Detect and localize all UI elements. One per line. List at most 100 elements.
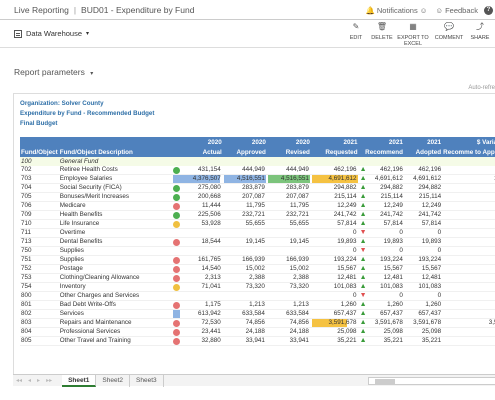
excel-icon: ▦	[409, 22, 417, 31]
recommend-value: 25,098	[383, 328, 403, 336]
adopted-cell: 12,249	[403, 201, 443, 211]
notifications-button[interactable]: 🔔 Notifications ☺	[366, 6, 428, 15]
feedback-button[interactable]: ☺ Feedback	[435, 6, 478, 15]
approved-cell: 232,721	[222, 210, 267, 220]
requested-cell: 25,098	[310, 327, 359, 337]
approved-value: 11,795	[246, 201, 265, 209]
arrow-up-icon: ▲	[359, 238, 367, 246]
arrow-up-icon: ▲	[359, 220, 367, 228]
sheet-tab[interactable]: Sheet3	[130, 374, 164, 387]
variance-cell: 2	[442, 282, 495, 292]
revised-bar: 33,941	[268, 337, 310, 345]
comment-button[interactable]: 💬 COMMENT	[431, 23, 467, 47]
next-sheet-icon[interactable]: ▸	[37, 377, 40, 384]
actual-cell: 11,444	[172, 201, 223, 211]
edit-button[interactable]: ✎ EDIT	[343, 23, 369, 47]
revised-cell	[266, 228, 311, 238]
column-header: Adopted	[403, 147, 443, 157]
revised-cell: 74,856	[266, 318, 311, 328]
table-row: 753 Clothing/Cleaning Allowance 2,313 2,388…	[20, 273, 495, 283]
auto-refresh-label[interactable]: Auto-refre	[468, 85, 495, 91]
horizontal-scrollbar[interactable]	[368, 377, 495, 385]
report-table: 2020 2020 2020 2021 2021 2021 $ Varian F…	[20, 137, 495, 346]
arrow-down-icon: ▼	[359, 292, 367, 300]
variance-cell: 1	[442, 273, 495, 283]
fund-object-description: Clothing/Cleaning Allowance	[58, 273, 173, 283]
year-header: 2021	[310, 137, 359, 147]
requested-cell: 241,742	[310, 210, 359, 220]
table-row: 705 Bonuses/Merit Increases 200,668 207,087…	[20, 192, 495, 202]
actual-bar: 225,506	[173, 211, 222, 219]
sheet-tab[interactable]: Sheet2	[96, 374, 131, 387]
variance-cell-value: 3,51	[488, 319, 495, 327]
share-button[interactable]: ⤴ SHARE	[467, 23, 493, 47]
actual-bar: 613,942	[173, 309, 222, 318]
variance-cell	[442, 192, 495, 202]
arrow-up-icon: ▲	[359, 211, 367, 219]
actual-value: 72,530	[201, 318, 221, 326]
fund-object-code-value: 703	[21, 175, 32, 183]
actual-cell: 275,080	[172, 183, 223, 193]
fund-object-description: Other Charges and Services	[58, 291, 173, 301]
adopted-cell: 462,196	[403, 165, 443, 175]
revised-value: 74,856	[289, 318, 309, 326]
requested-bar: 193,224	[312, 256, 358, 264]
adopted-cell-value: 25,098	[421, 328, 442, 336]
recommend-value: 215,114	[380, 193, 403, 201]
actual-value: 225,506	[198, 210, 221, 218]
report-org: Organization: Solver County	[20, 100, 104, 107]
fund-object-code-value: 713	[21, 238, 32, 246]
column-header: Requested	[310, 147, 359, 157]
table-row: 803 Repairs and Maintenance 72,530 74,856 74…	[20, 318, 495, 328]
revised-value: 4,516,551	[280, 174, 309, 182]
fund-object-description: Supplies	[58, 246, 173, 256]
actual-bar: 71,041	[173, 283, 222, 291]
adopted-cell: 3,591,678	[403, 318, 443, 328]
adopted-cell-value: 462,196	[418, 166, 442, 174]
recommend-cell: ▲ 1,260	[358, 300, 404, 310]
column-header: Fund/Object	[20, 147, 59, 157]
scrollbar-thumb[interactable]	[375, 379, 395, 384]
approved-bar: 166,939	[224, 256, 266, 264]
fund-object-code: 711	[20, 228, 59, 238]
variance-cell	[442, 300, 495, 310]
feedback-label: Feedback	[445, 5, 478, 15]
revised-bar: 444,949	[268, 166, 310, 174]
breadcrumb-root[interactable]: Live Reporting	[14, 5, 69, 15]
approved-cell: 15,002	[222, 264, 267, 274]
report-parameters-label: Report parameters	[14, 67, 85, 77]
export-to-excel-button[interactable]: ▦ EXPORT TO EXCEL	[395, 23, 431, 47]
last-sheet-icon[interactable]: ▸▸	[46, 377, 52, 384]
breadcrumb-separator: |	[73, 4, 77, 15]
report-parameters-toggle[interactable]: Report parameters ▾	[14, 67, 93, 77]
requested-value: 0	[353, 228, 357, 236]
arrow-up-icon: ▲	[359, 193, 367, 201]
actual-bar	[173, 247, 222, 255]
approved-cell: 33,941	[222, 336, 267, 346]
data-source-selector[interactable]: Data Warehouse ▾	[14, 29, 89, 38]
help-icon[interactable]: ?	[484, 5, 493, 15]
chevron-down-icon: ▾	[86, 31, 90, 37]
bell-icon: 🔔	[365, 5, 375, 15]
revised-value: 633,584	[286, 309, 309, 317]
approved-bar: 11,795	[224, 202, 266, 210]
recommend-cell: ▲ 4,691,612	[358, 174, 404, 184]
table-row: 702 Retiree Health Costs 431,154 444,949 444…	[20, 165, 495, 175]
prev-sheet-icon[interactable]: ◂	[28, 377, 31, 384]
recommend-cell: ▲ 3,591,678	[358, 318, 404, 328]
recommend-cell: ▼ 0	[358, 228, 404, 238]
sheet-tab[interactable]: Sheet1	[62, 374, 97, 387]
approved-value: 4,516,551	[236, 174, 265, 182]
delete-button[interactable]: 🗑 DELETE	[369, 23, 395, 47]
adopted-cell: 657,437	[403, 309, 443, 319]
approved-cell: 207,087	[222, 192, 267, 202]
first-sheet-icon[interactable]: ◂◂	[16, 377, 22, 384]
approved-cell: 55,655	[222, 219, 267, 229]
fund-row: 100 General Fund	[20, 157, 495, 166]
actual-value: 32,880	[201, 336, 221, 344]
approved-cell	[222, 228, 267, 238]
recommend-cell: ▲ 657,437	[358, 309, 404, 319]
requested-bar: 4,691,612	[311, 174, 358, 183]
actual-value: 200,668	[198, 192, 221, 200]
fund-object-description-value: Professional Services	[59, 328, 121, 336]
